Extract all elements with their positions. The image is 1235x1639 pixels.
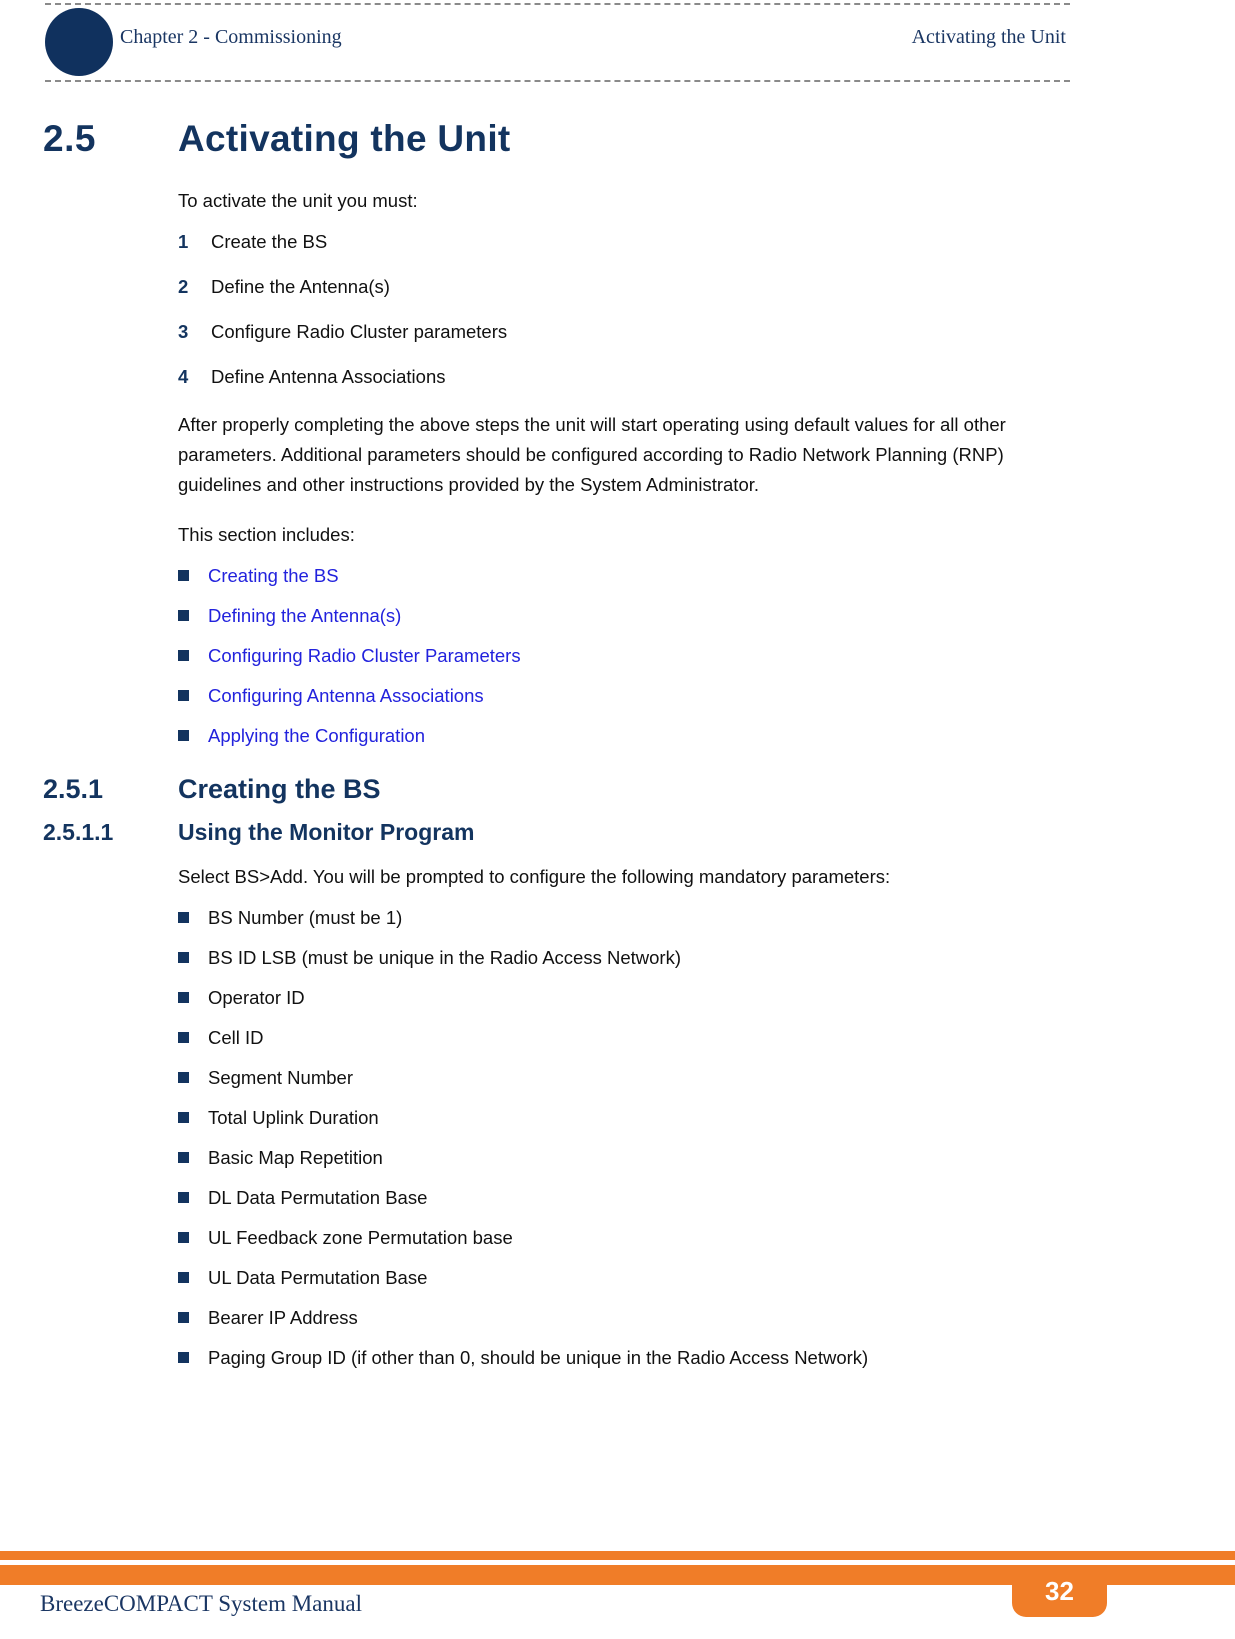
parameter-label: Segment Number bbox=[208, 1067, 353, 1088]
square-bullet-icon bbox=[178, 724, 208, 748]
list-item: Bearer IP Address bbox=[0, 1306, 1235, 1330]
page-content: 2.5 Activating the Unit To activate the … bbox=[0, 118, 1235, 1386]
header-bottom-divider bbox=[45, 80, 1070, 82]
section-links-list: Creating the BS Defining the Antenna(s) … bbox=[0, 564, 1235, 748]
parameter-label: BS Number (must be 1) bbox=[208, 907, 403, 928]
header-top-divider bbox=[45, 3, 1070, 5]
list-item[interactable]: Configuring Radio Cluster Parameters bbox=[0, 644, 1235, 668]
list-item: Total Uplink Duration bbox=[0, 1106, 1235, 1130]
list-item: Operator ID bbox=[0, 986, 1235, 1010]
square-bullet-icon bbox=[178, 1066, 208, 1090]
parameter-label: UL Data Permutation Base bbox=[208, 1267, 428, 1288]
step-number: 3 bbox=[178, 321, 189, 342]
section-link[interactable]: Creating the BS bbox=[208, 564, 339, 588]
square-bullet-icon bbox=[178, 604, 208, 628]
parameter-label: Basic Map Repetition bbox=[208, 1147, 383, 1168]
list-item: UL Feedback zone Permutation base bbox=[0, 1226, 1235, 1250]
step-number: 2 bbox=[178, 276, 189, 297]
list-item: BS ID LSB (must be unique in the Radio A… bbox=[0, 946, 1235, 970]
header-chapter-label: Chapter 2 - Commissioning bbox=[120, 26, 342, 48]
section-link[interactable]: Configuring Antenna Associations bbox=[208, 684, 484, 708]
parameter-label: DL Data Permutation Base bbox=[208, 1187, 428, 1208]
section-link[interactable]: Applying the Configuration bbox=[208, 724, 425, 748]
section-number: 2.5.1.1 bbox=[43, 819, 114, 845]
square-bullet-icon bbox=[178, 1266, 208, 1290]
step-label: Configure Radio Cluster parameters bbox=[211, 321, 508, 342]
section-title: Activating the Unit bbox=[178, 118, 511, 159]
square-bullet-icon bbox=[178, 986, 208, 1010]
header-section-label: Activating the Unit bbox=[911, 26, 1066, 48]
list-item: Cell ID bbox=[0, 1026, 1235, 1050]
list-item[interactable]: Defining the Antenna(s) bbox=[0, 604, 1235, 628]
square-bullet-icon bbox=[178, 1026, 208, 1050]
section-heading-2-5-1-1: 2.5.1.1 Using the Monitor Program bbox=[0, 819, 1235, 846]
square-bullet-icon bbox=[178, 684, 208, 708]
footer-manual-title: BreezeCOMPACT System Manual bbox=[40, 1591, 362, 1616]
list-item: BS Number (must be 1) bbox=[0, 906, 1235, 930]
includes-label: This section includes: bbox=[178, 524, 355, 545]
square-bullet-icon bbox=[178, 1226, 208, 1250]
list-item: 4 Define Antenna Associations bbox=[0, 365, 1235, 389]
body-paragraph: After properly completing the above step… bbox=[178, 414, 1006, 495]
list-item: DL Data Permutation Base bbox=[0, 1186, 1235, 1210]
parameters-list: BS Number (must be 1) BS ID LSB (must be… bbox=[0, 906, 1235, 1370]
parameter-label: BS ID LSB (must be unique in the Radio A… bbox=[208, 947, 681, 968]
parameter-label: Cell ID bbox=[208, 1027, 264, 1048]
page-number-badge: 32 bbox=[1012, 1565, 1107, 1617]
square-bullet-icon bbox=[178, 1186, 208, 1210]
list-item: Paging Group ID (if other than 0, should… bbox=[0, 1346, 1235, 1370]
section-number: 2.5.1 bbox=[43, 774, 104, 804]
list-item: 2 Define the Antenna(s) bbox=[0, 275, 1235, 299]
square-bullet-icon bbox=[178, 906, 208, 930]
step-label: Define the Antenna(s) bbox=[211, 276, 390, 297]
intro-text: To activate the unit you must: bbox=[178, 190, 418, 211]
list-item[interactable]: Configuring Antenna Associations bbox=[0, 684, 1235, 708]
square-bullet-icon bbox=[178, 1146, 208, 1170]
parameter-label: Total Uplink Duration bbox=[208, 1107, 379, 1128]
list-item[interactable]: Creating the BS bbox=[0, 564, 1235, 588]
page-footer: 32 BreezeCOMPACT System Manual bbox=[0, 1529, 1235, 1639]
square-bullet-icon bbox=[178, 644, 208, 668]
footer-accent-bar-top bbox=[0, 1551, 1235, 1560]
section-number: 2.5 bbox=[43, 118, 96, 159]
step-label: Define Antenna Associations bbox=[211, 366, 446, 387]
square-bullet-icon bbox=[178, 1346, 208, 1370]
section-heading-2-5-1: 2.5.1 Creating the BS bbox=[0, 774, 1235, 805]
list-item: Basic Map Repetition bbox=[0, 1146, 1235, 1170]
page-header: Chapter 2 - Commissioning Activating the… bbox=[0, 0, 1235, 90]
section-link[interactable]: Defining the Antenna(s) bbox=[208, 604, 401, 628]
section-link[interactable]: Configuring Radio Cluster Parameters bbox=[208, 644, 521, 668]
list-item[interactable]: Applying the Configuration bbox=[0, 724, 1235, 748]
parameter-label: Operator ID bbox=[208, 987, 305, 1008]
step-number: 1 bbox=[178, 231, 189, 252]
list-item: 1 Create the BS bbox=[0, 230, 1235, 254]
section-heading-2-5: 2.5 Activating the Unit bbox=[0, 118, 1235, 160]
square-bullet-icon bbox=[178, 1106, 208, 1130]
square-bullet-icon bbox=[178, 564, 208, 588]
monitor-intro-text: Select BS>Add. You will be prompted to c… bbox=[178, 866, 891, 887]
square-bullet-icon bbox=[178, 1306, 208, 1330]
parameter-label: Bearer IP Address bbox=[208, 1307, 358, 1328]
step-label: Create the BS bbox=[211, 231, 328, 252]
parameter-label: UL Feedback zone Permutation base bbox=[208, 1227, 513, 1248]
list-item: Segment Number bbox=[0, 1066, 1235, 1090]
list-item: 3 Configure Radio Cluster parameters bbox=[0, 320, 1235, 344]
steps-list: 1 Create the BS 2 Define the Antenna(s) … bbox=[0, 230, 1235, 389]
parameter-label: Paging Group ID (if other than 0, should… bbox=[208, 1347, 869, 1368]
list-item: UL Data Permutation Base bbox=[0, 1266, 1235, 1290]
step-number: 4 bbox=[178, 366, 189, 387]
filled-circle-icon bbox=[45, 8, 113, 76]
section-title: Using the Monitor Program bbox=[178, 819, 475, 845]
square-bullet-icon bbox=[178, 946, 208, 970]
section-title: Creating the BS bbox=[178, 774, 381, 804]
